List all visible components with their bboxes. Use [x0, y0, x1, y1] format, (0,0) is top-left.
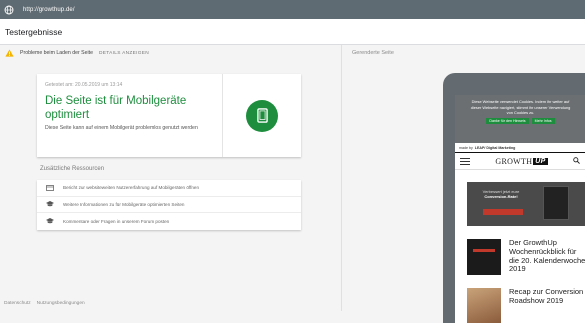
footer-links: Datenschutz Nutzungsbedingungen	[4, 301, 85, 306]
post-thumbnail	[467, 288, 501, 323]
hamburger-menu-icon[interactable]	[460, 157, 470, 165]
cookie-text: Diese Webseite verwendet Cookies. Indem …	[470, 99, 571, 116]
warning-row: Probleme beim Laden der Seite DETAILS AN…	[0, 45, 340, 61]
resource-item-learn[interactable]: Weitere Informationen zu für Mobilgeräte…	[37, 197, 301, 213]
cookie-banner: Diese Webseite verwendet Cookies. Indem …	[455, 95, 585, 143]
results-panel: Probleme beim Laden der Seite DETAILS AN…	[0, 45, 341, 311]
url-text[interactable]: http://growthup.de/	[23, 7, 75, 13]
resources-title: Zusätzliche Ressourcen	[40, 166, 105, 172]
cookie-buttons: Danke für den Hinweis Mehr Infos	[455, 117, 585, 125]
promo-banner[interactable]: Verbessert jetzt eure Conversion-Rate!	[467, 182, 585, 226]
cookie-more-button[interactable]: Mehr Infos	[531, 117, 555, 125]
resource-label: Weitere Informationen zu für Mobilgeräte…	[63, 201, 185, 207]
banner-line2: Conversion-Rate!	[484, 194, 518, 199]
tested-timestamp: Getestet am: 20.05.2019 um 13:14	[45, 82, 123, 88]
phone-frame: Diese Webseite verwendet Cookies. Indem …	[443, 73, 585, 323]
post-item[interactable]: Der GrowthUp Wochenrückblick für die 20.…	[467, 238, 585, 275]
details-link[interactable]: DETAILS ANZEIGEN	[99, 51, 149, 56]
post-title: Recap zur Conversion Roadshow 2019	[509, 287, 584, 305]
title-bar: Testergebnisse	[0, 19, 585, 45]
resource-item-forum[interactable]: Kommentare oder Fragen in unserem Forum …	[37, 213, 301, 230]
result-text-area: Getestet am: 20.05.2019 um 13:14 Die Sei…	[37, 74, 223, 157]
banner-book-image	[543, 186, 569, 220]
browser-bar: http://growthup.de/	[0, 0, 585, 19]
resources-list: Bericht zur websiteweiten Nutzererfahrun…	[37, 180, 301, 230]
resource-label: Bericht zur websiteweiten Nutzererfahrun…	[63, 185, 200, 191]
privacy-link[interactable]: Datenschutz	[4, 301, 31, 306]
post-item[interactable]: Recap zur Conversion Roadshow 2019	[467, 287, 585, 323]
site-logo[interactable]: GROWTH UP	[495, 156, 548, 166]
post-title: Der GrowthUp Wochenrückblick für die 20.…	[509, 238, 585, 274]
logo-text: GROWTH	[495, 156, 533, 166]
logo-badge: UP	[533, 157, 548, 165]
result-subtext: Diese Seite kann auf einem Mobilgerät pr…	[45, 125, 198, 131]
madeby-prefix: made by	[459, 145, 473, 150]
page-title: Testergebnisse	[5, 26, 63, 37]
report-icon	[46, 184, 54, 191]
result-icon-area	[223, 74, 301, 157]
phone-screen[interactable]: Diese Webseite verwendet Cookies. Indem …	[455, 95, 585, 323]
rendered-page-label: Gerenderte Seite	[352, 50, 394, 56]
warning-icon	[5, 49, 14, 57]
banner-cta[interactable]	[483, 209, 523, 215]
school-icon	[46, 218, 54, 224]
warning-text: Probleme beim Laden der Seite	[20, 50, 93, 56]
banner-text: Verbessert jetzt eure Conversion-Rate!	[471, 189, 531, 199]
result-card: Getestet am: 20.05.2019 um 13:14 Die Sei…	[37, 74, 301, 157]
madeby-brand: LEAP/ Digital Marketing	[474, 145, 516, 150]
site-header: GROWTH UP	[455, 152, 585, 170]
rendered-page-panel: Gerenderte Seite Diese Webseite verwende…	[341, 45, 585, 323]
mobile-friendly-icon	[246, 99, 278, 132]
search-icon[interactable]	[573, 157, 581, 165]
terms-link[interactable]: Nutzungsbedingungen	[37, 301, 85, 306]
madeby-bar: made by LEAP/ Digital Marketing	[455, 143, 585, 152]
school-icon	[46, 201, 54, 207]
resource-item-report[interactable]: Bericht zur websiteweiten Nutzererfahrun…	[37, 180, 301, 197]
cookie-accept-button[interactable]: Danke für den Hinweis	[486, 117, 529, 125]
globe-icon	[4, 5, 14, 15]
resource-label: Kommentare oder Fragen in unserem Forum …	[63, 218, 170, 224]
result-headline: Die Seite ist für Mobilgeräte optimiert	[45, 95, 187, 121]
post-thumbnail	[467, 239, 501, 275]
